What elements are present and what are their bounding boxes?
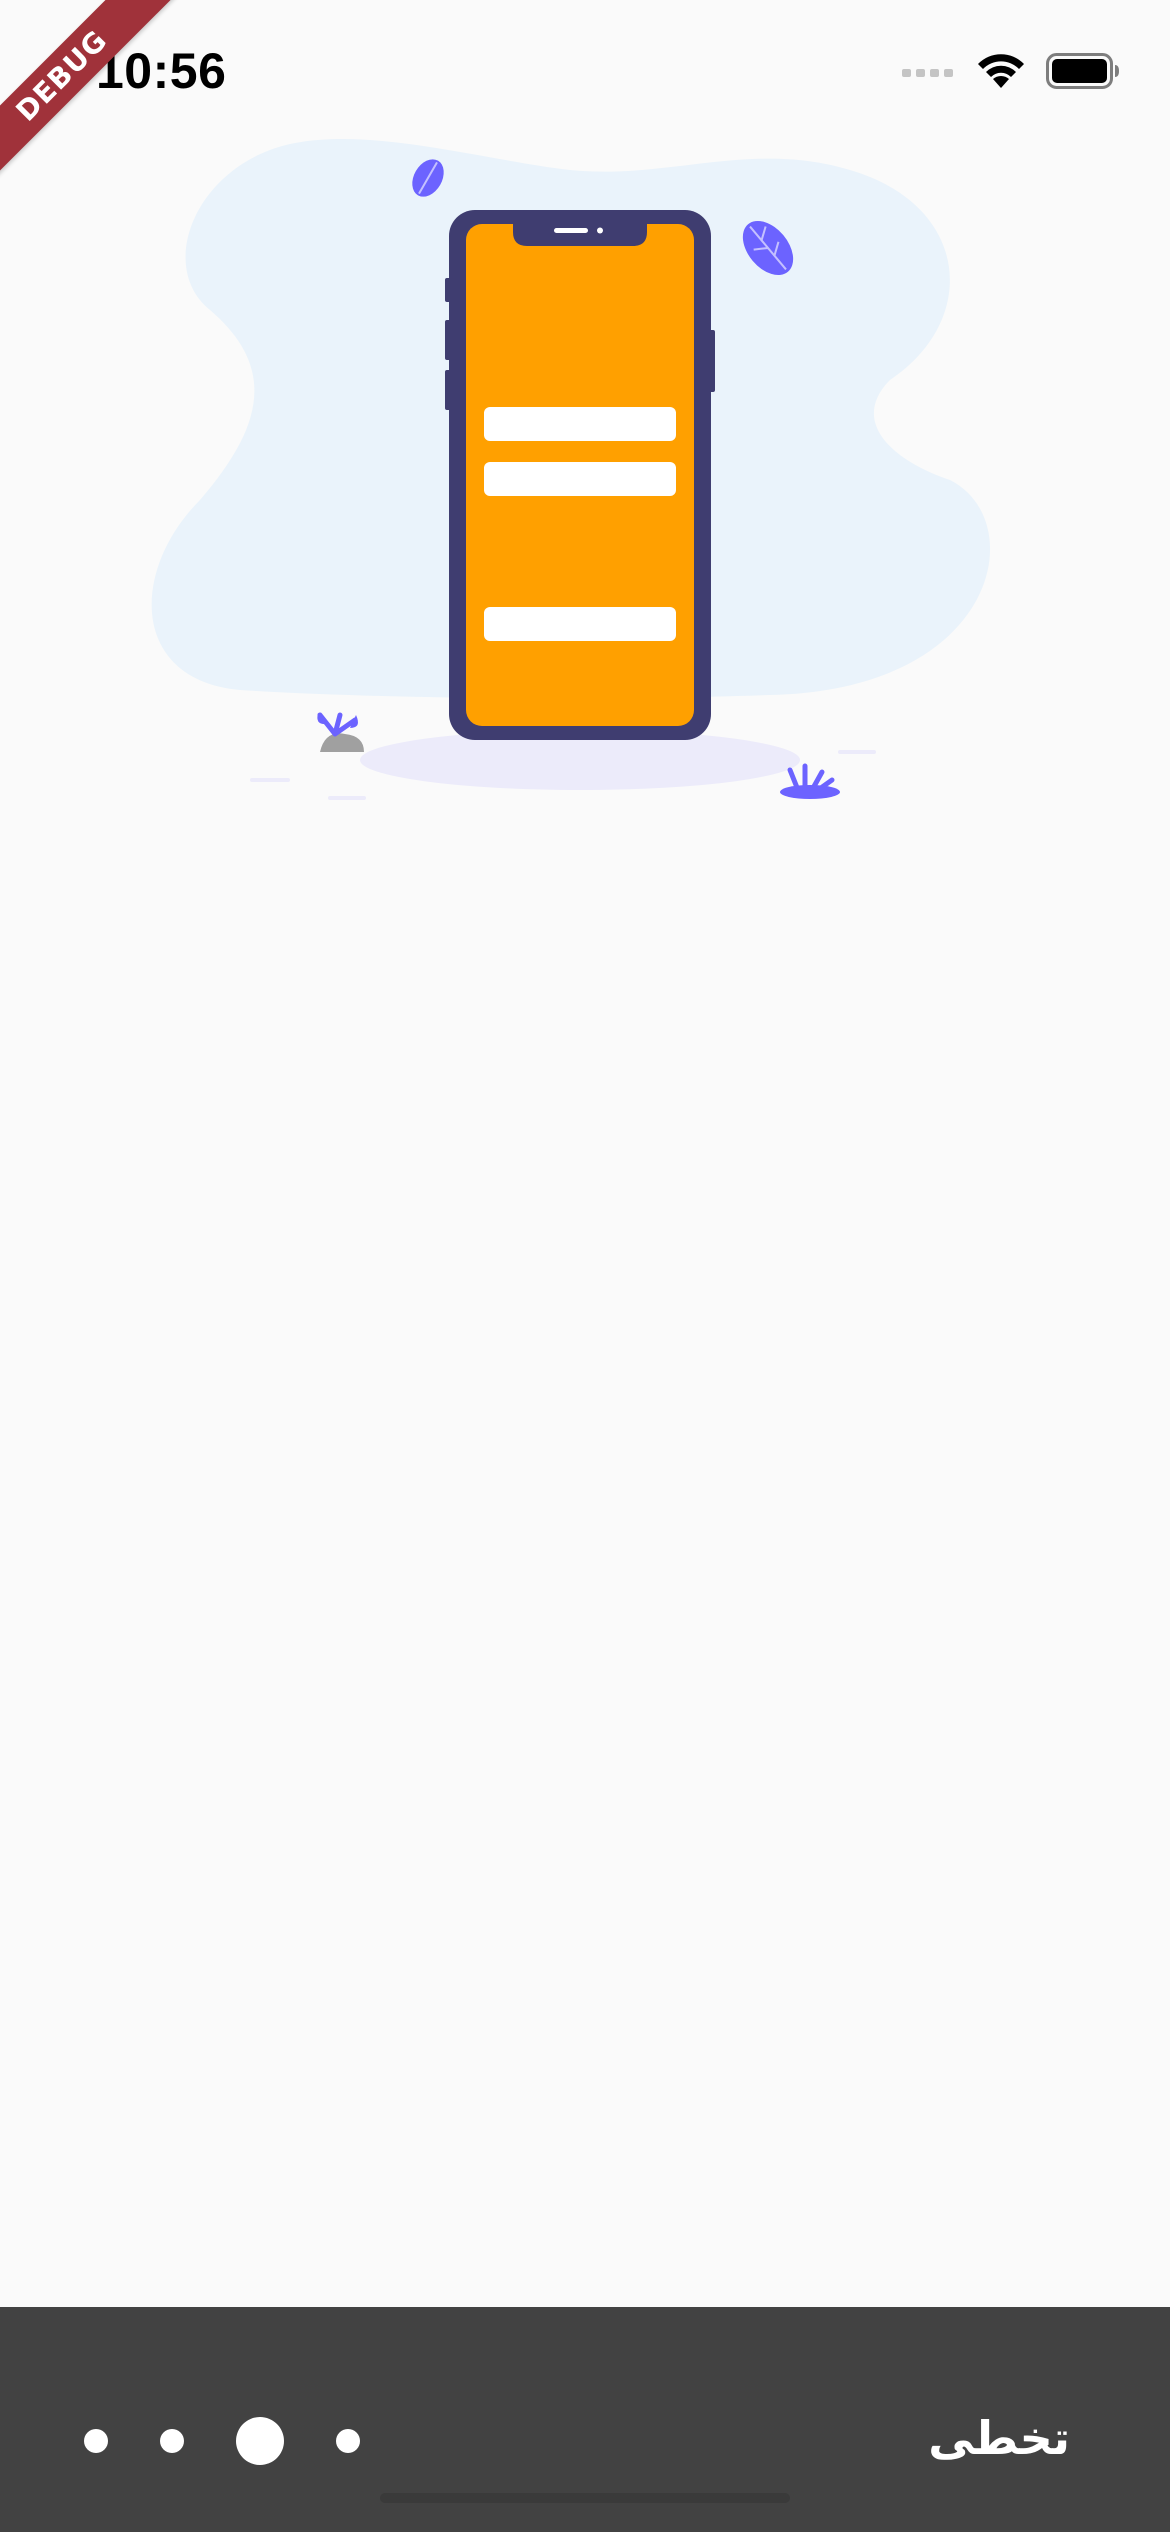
battery-icon <box>1046 53 1119 89</box>
ground-dash <box>838 750 876 754</box>
sprout-rock-icon <box>317 712 364 752</box>
screen-button <box>484 607 676 641</box>
phone-notch <box>513 224 647 246</box>
grass-icon <box>780 763 840 799</box>
phone-camera <box>597 227 603 234</box>
page-dot-active[interactable] <box>236 2417 284 2465</box>
status-time: 10:56 <box>96 43 227 99</box>
page-dot[interactable] <box>160 2429 184 2453</box>
phone-illustration <box>151 139 991 800</box>
page-indicator <box>84 2417 360 2465</box>
page-dot[interactable] <box>336 2429 360 2453</box>
status-bar: 10:56 <box>0 0 1170 150</box>
wifi-icon <box>978 54 1024 88</box>
page-dot[interactable] <box>84 2429 108 2453</box>
ground-dash <box>250 778 290 782</box>
bottom-bar: تخطى <box>0 2307 1170 2532</box>
screen-field <box>484 407 676 441</box>
home-indicator <box>380 2493 790 2503</box>
screen-field <box>484 462 676 496</box>
skip-button[interactable]: تخطى <box>928 2411 1070 2465</box>
phone-speaker <box>554 228 588 233</box>
status-icons <box>902 52 1120 90</box>
signal-icon <box>902 69 953 77</box>
ground-dash <box>328 796 366 800</box>
